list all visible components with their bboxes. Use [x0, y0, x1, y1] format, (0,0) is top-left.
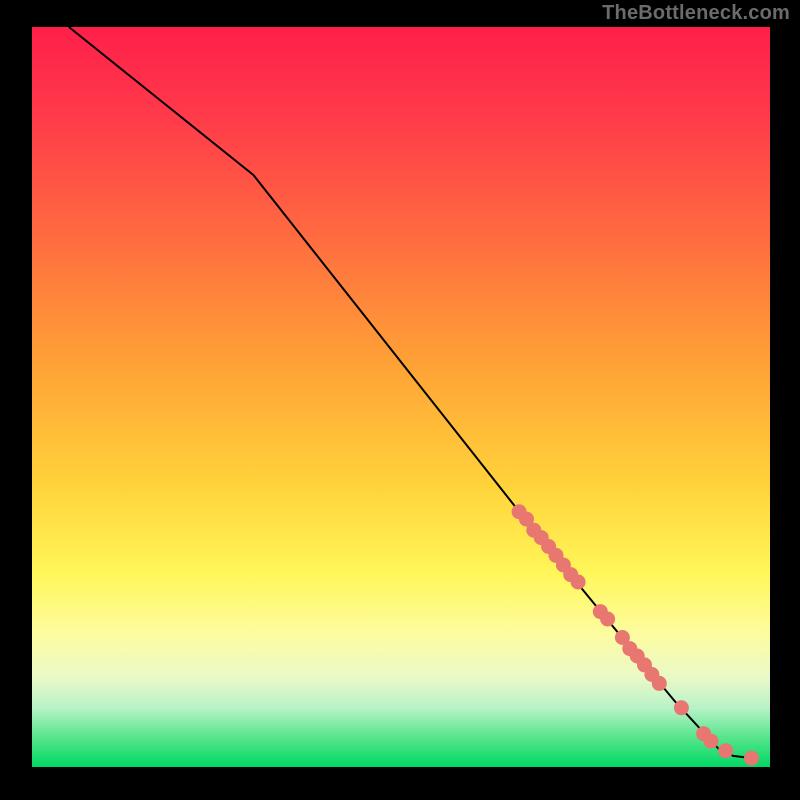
- scatter-points: [512, 505, 758, 765]
- chart-root: TheBottleneck.com: [0, 0, 800, 800]
- scatter-dot: [719, 744, 733, 758]
- curve-line: [69, 27, 752, 758]
- attribution-text: TheBottleneck.com: [602, 2, 790, 25]
- scatter-dot: [652, 676, 666, 690]
- scatter-dot: [704, 734, 718, 748]
- scatter-dot: [571, 575, 585, 589]
- scatter-dot: [674, 701, 688, 715]
- chart-overlay: [32, 27, 770, 767]
- scatter-dot: [601, 612, 615, 626]
- plot-area: [32, 27, 770, 767]
- scatter-dot: [745, 751, 759, 765]
